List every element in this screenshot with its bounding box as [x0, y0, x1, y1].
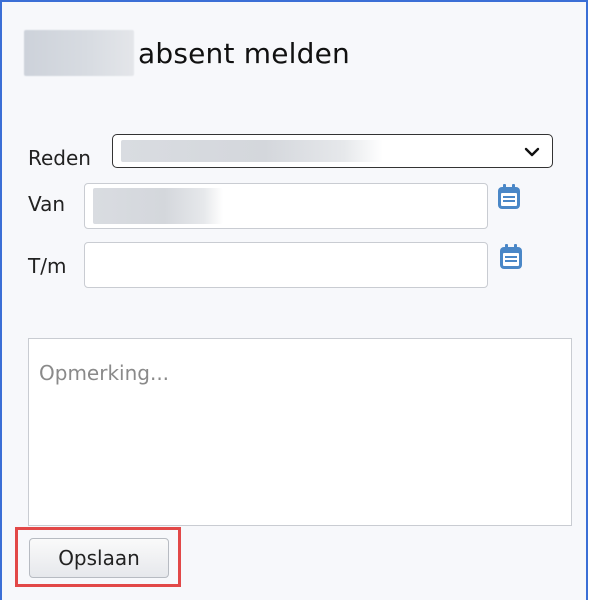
calendar-icon[interactable]: [496, 183, 522, 211]
page-title: absent melden: [24, 30, 350, 76]
redacted-reason-value: [121, 140, 383, 162]
from-date-input[interactable]: [84, 183, 488, 229]
from-label: Van: [28, 192, 66, 216]
redacted-student-name: [24, 30, 134, 76]
until-date-input[interactable]: [84, 242, 488, 288]
until-label: T/m: [28, 254, 67, 278]
remark-textarea[interactable]: [28, 338, 572, 526]
reason-select[interactable]: [112, 134, 553, 168]
chevron-down-icon: [524, 147, 540, 157]
redacted-from-date: [93, 188, 223, 224]
absence-dialog: absent melden Reden Van T/m Opslaan: [0, 0, 588, 600]
calendar-icon[interactable]: [498, 243, 524, 271]
save-button[interactable]: Opslaan: [29, 538, 169, 578]
reason-label: Reden: [28, 146, 91, 170]
title-text: absent melden: [138, 36, 350, 70]
